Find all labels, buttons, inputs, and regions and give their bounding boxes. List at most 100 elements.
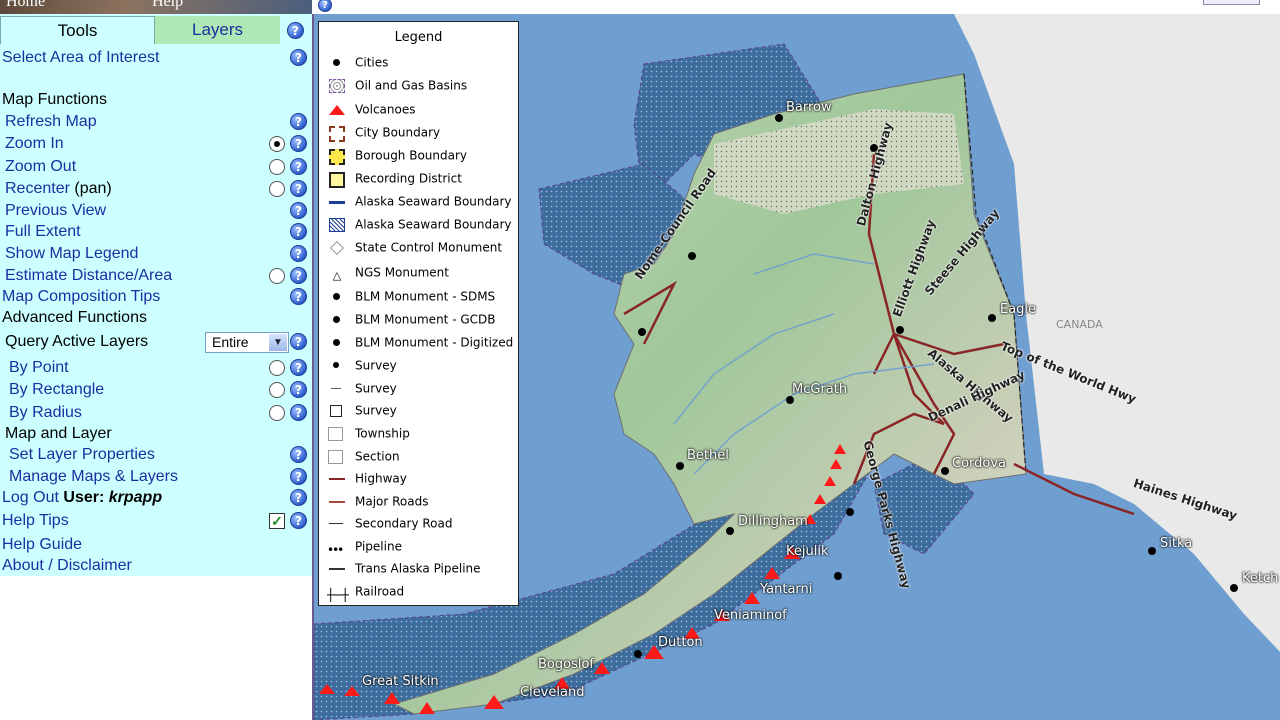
by-point-link[interactable]: By Point <box>9 357 69 379</box>
select-area-row[interactable]: Select Area of Interest ? <box>0 47 312 69</box>
by-rectangle-link[interactable]: By Rectangle <box>9 379 104 401</box>
legend-label: NGS Monument <box>355 265 449 280</box>
road-line-icon <box>327 517 347 531</box>
by-rectangle-radio[interactable] <box>269 382 285 398</box>
help-icon[interactable]: ? <box>290 180 307 197</box>
user-label: User: <box>63 489 105 506</box>
highway-line-icon <box>327 472 347 486</box>
zoom-in-row[interactable]: Zoom In ? <box>0 133 312 155</box>
help-icon[interactable]: ? <box>290 223 307 240</box>
help-icon[interactable]: ? <box>290 489 307 506</box>
logout-row[interactable]: Log Out User: krpapp ? <box>0 487 312 509</box>
recenter-radio[interactable] <box>269 181 285 197</box>
help-tips-link[interactable]: Help Tips <box>2 510 69 532</box>
zoom-out-radio[interactable] <box>269 159 285 175</box>
zoom-in-radio[interactable] <box>269 136 285 152</box>
tab-layers[interactable]: Layers <box>155 16 280 44</box>
help-icon[interactable]: ? <box>290 113 307 130</box>
help-icon[interactable]: ? <box>290 288 307 305</box>
help-icon[interactable]: ? <box>290 245 307 262</box>
full-extent-row[interactable]: Full Extent ? <box>0 221 312 243</box>
help-icon[interactable]: ? <box>290 333 307 350</box>
tab-tools[interactable]: Tools <box>0 16 155 44</box>
city-label: McGrath <box>792 382 848 397</box>
chevron-down-icon[interactable]: ▼ <box>269 334 287 351</box>
map-toolbar: ? <box>312 0 1280 15</box>
square-icon <box>327 426 347 441</box>
zoom-out-link[interactable]: Zoom Out <box>5 156 76 178</box>
help-tips-checkbox[interactable]: ✓ <box>269 513 285 529</box>
tabs-help-icon[interactable]: ? <box>287 22 304 39</box>
help-icon[interactable]: ? <box>290 49 307 66</box>
help-icon[interactable]: ? <box>290 404 307 421</box>
logout-link[interactable]: Log Out User: krpapp <box>2 487 162 509</box>
by-point-row[interactable]: By Point ? <box>0 357 312 379</box>
manage-row[interactable]: Manage Maps & Layers ? <box>0 466 312 488</box>
composition-link[interactable]: Map Composition Tips <box>2 286 160 308</box>
help-guide-link[interactable]: Help Guide <box>2 534 82 556</box>
show-legend-row[interactable]: Show Map Legend ? <box>0 243 312 265</box>
legend-label: BLM Monument - Digitized <box>355 335 514 350</box>
section-heading: Advanced Functions <box>2 309 147 326</box>
help-icon[interactable]: ? <box>290 359 307 376</box>
logout-label[interactable]: Log Out <box>2 489 59 506</box>
manage-link[interactable]: Manage Maps & Layers <box>9 466 178 488</box>
by-point-radio[interactable] <box>269 360 285 376</box>
zoom-out-row[interactable]: Zoom Out ? <box>0 156 312 178</box>
estimate-link[interactable]: Estimate Distance/Area <box>5 265 172 287</box>
by-radius-row[interactable]: By Radius ? <box>0 402 312 424</box>
legend-label: Railroad <box>355 584 405 599</box>
legend-label: Pipeline <box>355 539 402 554</box>
zoom-in-link[interactable]: Zoom In <box>5 133 64 155</box>
refresh-map-row[interactable]: Refresh Map ? <box>0 111 312 133</box>
legend-label: State Control Monument <box>355 240 503 255</box>
volcano-label: Yantarni <box>760 582 813 597</box>
query-label: Query Active Layers <box>5 333 149 350</box>
home-link[interactable]: Home <box>6 0 45 10</box>
by-rectangle-row[interactable]: By Rectangle ? <box>0 379 312 401</box>
about-row[interactable]: About / Disclaimer <box>0 555 312 577</box>
help-icon[interactable]: ? <box>290 381 307 398</box>
map-toolbar-button[interactable] <box>1203 0 1260 5</box>
help-tips-row[interactable]: Help Tips ✓ ? <box>0 510 312 532</box>
help-link[interactable]: Help <box>152 0 183 10</box>
map-help-icon[interactable]: ? <box>318 0 332 12</box>
help-icon[interactable]: ? <box>290 158 307 175</box>
help-icon[interactable]: ? <box>290 468 307 485</box>
full-extent-link[interactable]: Full Extent <box>5 221 81 243</box>
show-legend-link[interactable]: Show Map Legend <box>5 243 138 265</box>
help-icon[interactable]: ? <box>290 512 307 529</box>
legend-item-survey-area: Survey <box>327 400 397 420</box>
help-icon[interactable]: ? <box>290 202 307 219</box>
city-label: Sitka <box>1160 536 1193 551</box>
select-area-link[interactable]: Select Area of Interest <box>2 47 159 69</box>
help-icon[interactable]: ? <box>290 267 307 284</box>
refresh-map-link[interactable]: Refresh Map <box>5 111 97 133</box>
help-icon[interactable]: ? <box>290 135 307 152</box>
help-icon[interactable]: ? <box>290 446 307 463</box>
query-scope-select[interactable]: Entire ▼ <box>205 332 289 353</box>
tools-panel: Tools Layers ? Select Area of Interest ?… <box>0 14 312 576</box>
recenter-link[interactable]: Recenter (pan) <box>5 178 112 200</box>
city-label: Bethel <box>687 448 729 463</box>
legend-item-survey-point: Survey <box>327 355 397 375</box>
estimate-row[interactable]: Estimate Distance/Area ? <box>0 265 312 287</box>
legend-item-oil-gas: Oil and Gas Basins <box>327 75 467 95</box>
recenter-label: Recenter <box>5 180 70 197</box>
legend-label: Highway <box>355 471 407 486</box>
about-link[interactable]: About / Disclaimer <box>2 555 132 577</box>
by-radius-link[interactable]: By Radius <box>9 402 82 424</box>
basin-pattern-icon <box>327 78 347 93</box>
recenter-row[interactable]: Recenter (pan) ? <box>0 178 312 200</box>
estimate-radio[interactable] <box>269 268 285 284</box>
legend-item-railroad: ┼─┼ Railroad <box>327 581 405 602</box>
previous-view-row[interactable]: Previous View ? <box>0 200 312 222</box>
help-guide-row[interactable]: Help Guide <box>0 534 312 556</box>
composition-row[interactable]: Map Composition Tips ? <box>0 286 312 308</box>
previous-view-link[interactable]: Previous View <box>5 200 106 222</box>
set-layer-link[interactable]: Set Layer Properties <box>9 444 155 466</box>
set-layer-row[interactable]: Set Layer Properties ? <box>0 444 312 466</box>
by-radius-radio[interactable] <box>269 405 285 421</box>
legend-label: City Boundary <box>355 125 441 140</box>
volcano-icon <box>327 103 347 117</box>
